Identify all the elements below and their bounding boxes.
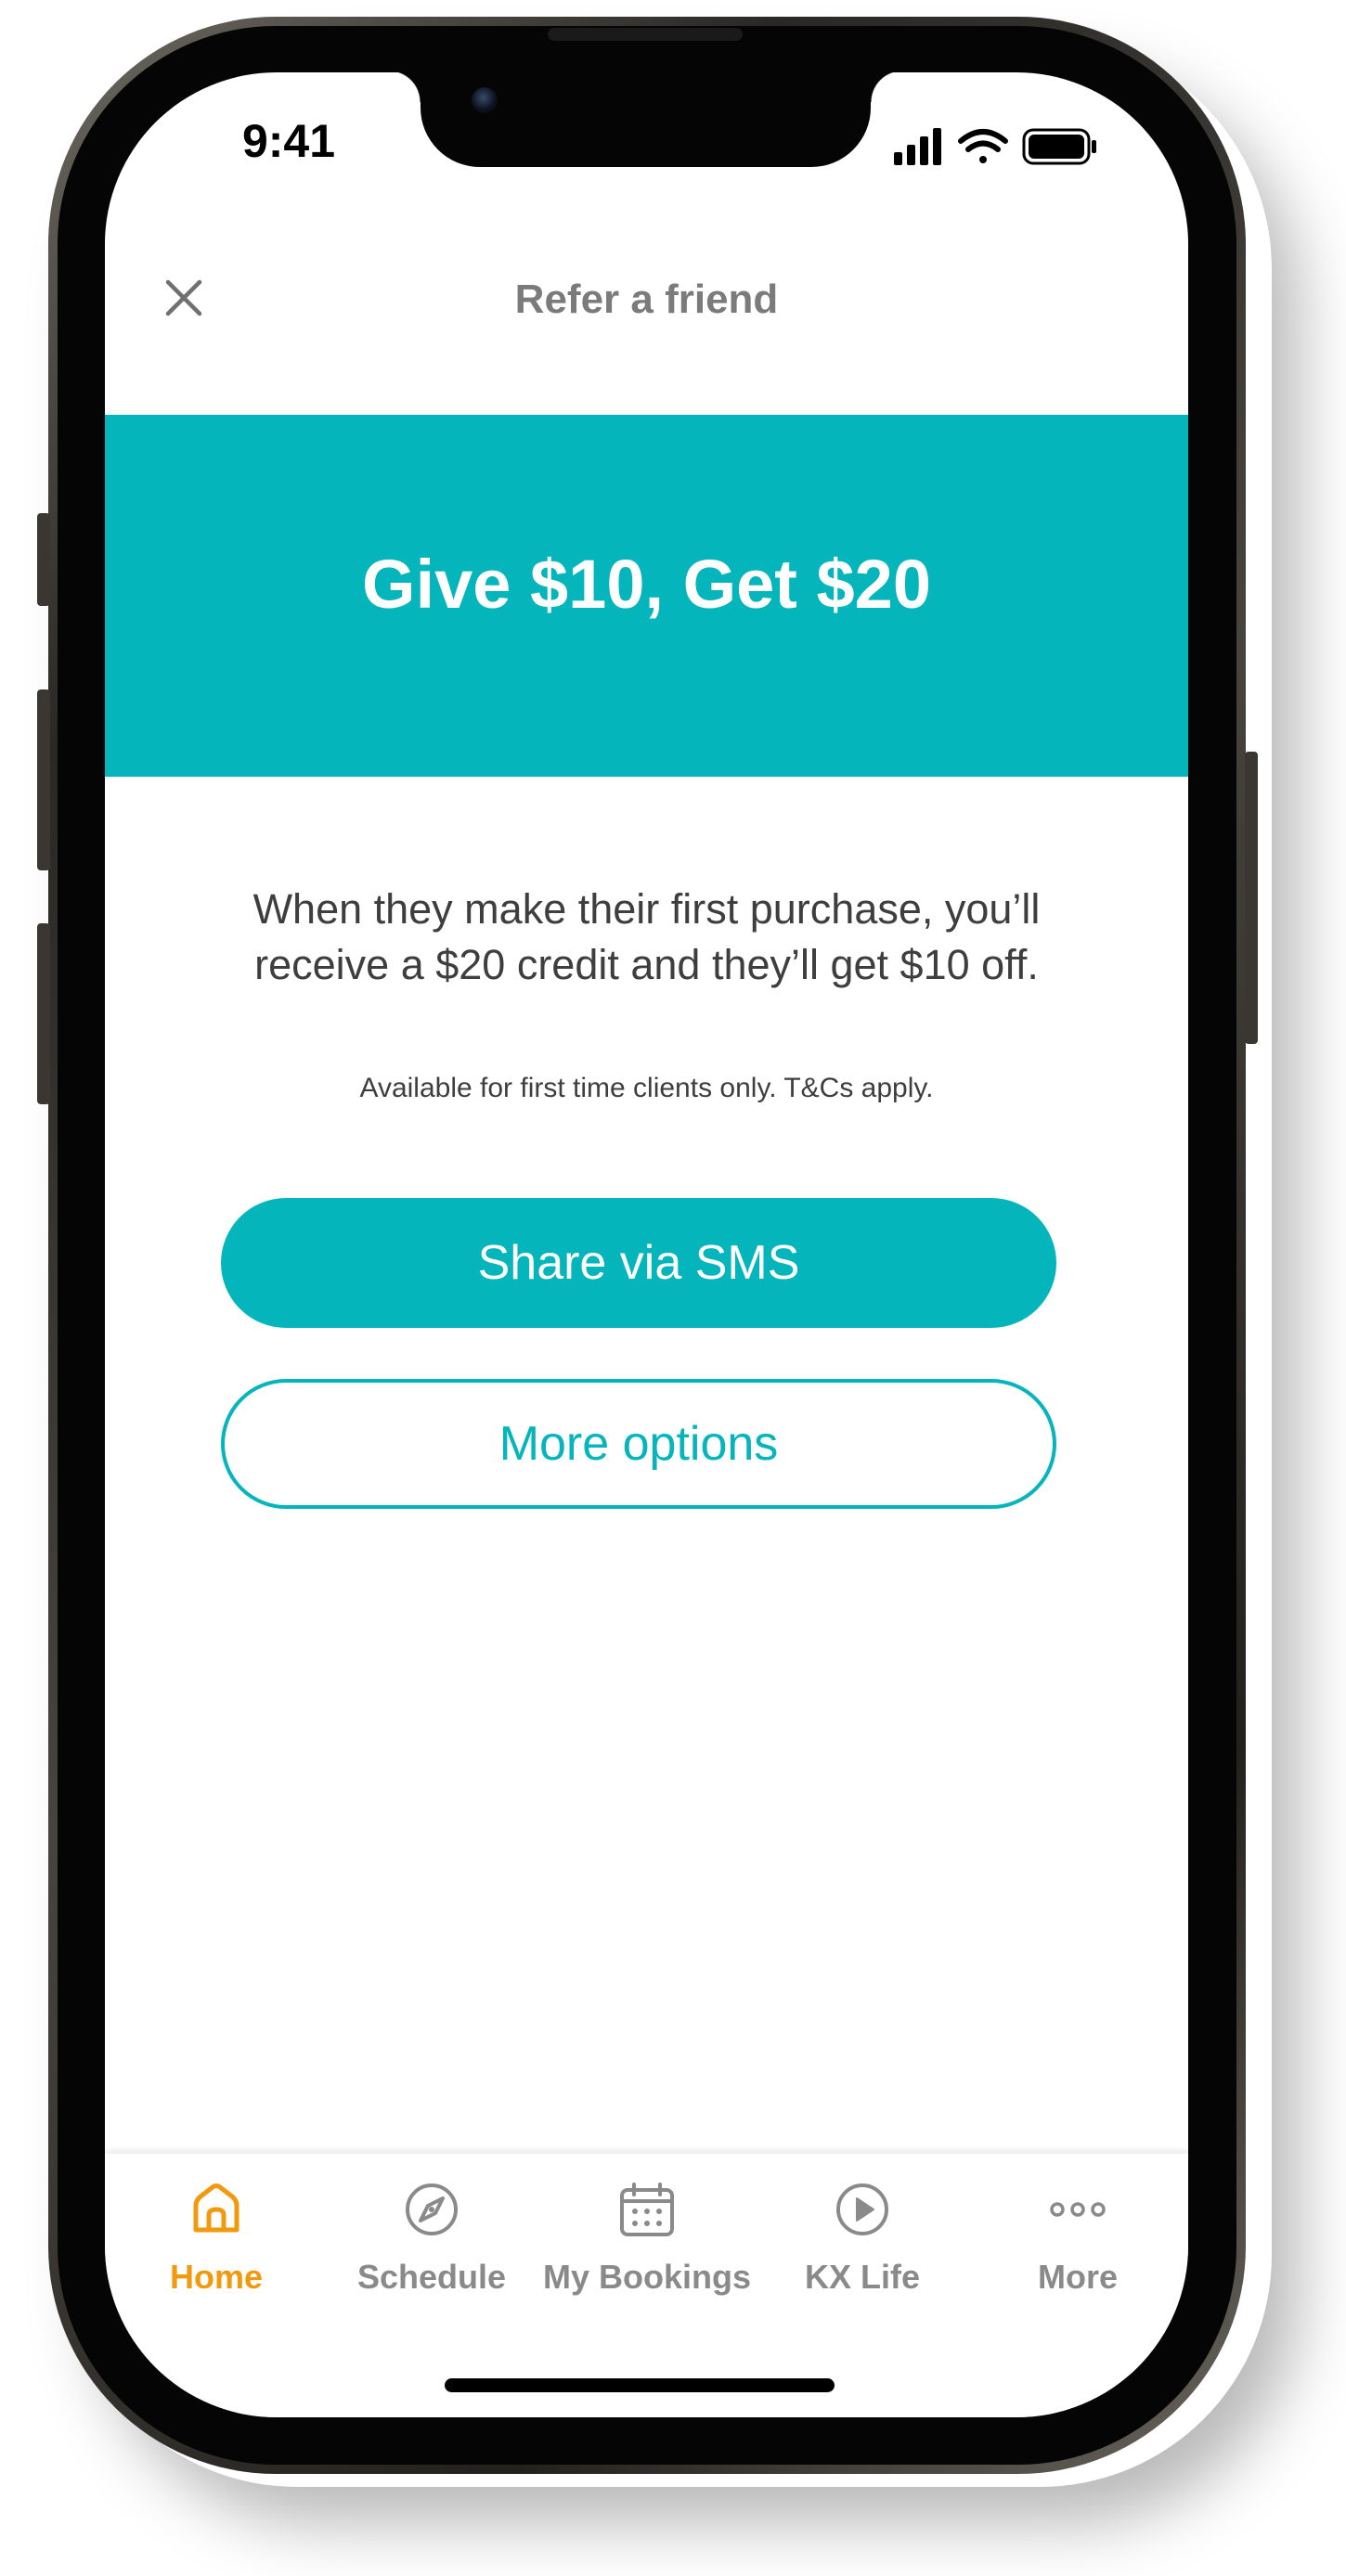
home-indicator [445, 2378, 835, 2392]
compass-icon [406, 2183, 458, 2235]
status-icons [894, 128, 1096, 165]
cellular-signal-icon [894, 128, 941, 165]
calendar-icon [620, 2183, 674, 2236]
tab-more-label: More [1037, 2258, 1118, 2296]
tab-schedule[interactable]: Schedule [325, 2182, 538, 2321]
tab-more[interactable]: More [971, 2182, 1184, 2321]
app-screen: 9:41 Refer a friend Give $10, Get $20 Wh… [105, 72, 1188, 2417]
front-camera [472, 87, 498, 113]
hero-banner: Give $10, Get $20 [105, 415, 1188, 777]
wifi-icon [958, 129, 1008, 163]
description-line-1: When they make their first purchase, you… [252, 885, 1041, 933]
tab-kx-life-label: KX Life [804, 2258, 920, 2296]
more-options-button[interactable]: More options [221, 1379, 1056, 1509]
tab-my-bookings-label: My Bookings [542, 2258, 751, 2296]
header: Refer a friend [105, 249, 1188, 341]
earpiece-speaker [548, 28, 743, 41]
tab-schedule-label: Schedule [356, 2258, 507, 2296]
referral-description: When they make their first purchase, you… [198, 882, 1095, 993]
battery-icon [1022, 128, 1096, 165]
play-circle-icon [836, 2183, 888, 2235]
notch [389, 72, 871, 167]
terms-text: Available for first time clients only. T… [359, 1073, 934, 1103]
share-sms-button[interactable]: Share via SMS [221, 1198, 1056, 1328]
hero-title: Give $10, Get $20 [362, 546, 931, 623]
volume-up-button [37, 689, 50, 870]
power-button [1245, 752, 1258, 1044]
description-line-2: receive a $20 credit and they’ll get $10… [254, 941, 1039, 988]
more-dots-icon [1050, 2202, 1106, 2217]
tab-home[interactable]: Home [110, 2182, 323, 2321]
status-time: 9:41 [241, 115, 336, 167]
home-icon [193, 2183, 239, 2233]
page-title: Refer a friend [514, 277, 779, 322]
volume-down-button [37, 923, 50, 1104]
tab-kx-life[interactable]: KX Life [756, 2182, 969, 2321]
tab-home-label: Home [169, 2258, 264, 2296]
mute-switch [37, 513, 50, 606]
tab-my-bookings[interactable]: My Bookings [540, 2182, 754, 2321]
